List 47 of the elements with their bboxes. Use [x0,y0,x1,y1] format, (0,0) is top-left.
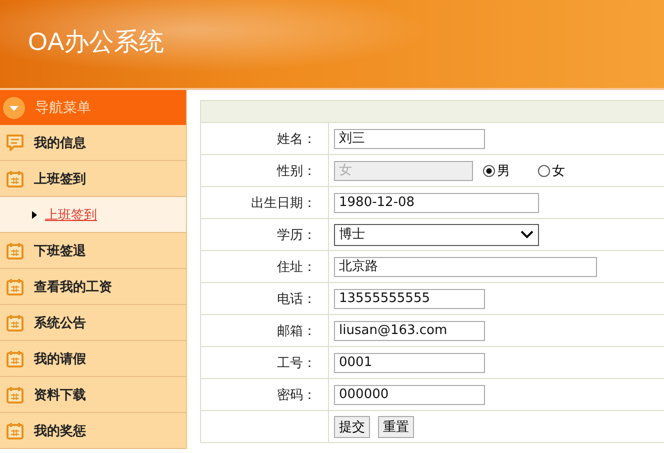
nav-title: 导航菜单 [35,98,91,116]
input-field[interactable]: 刘三 [334,128,485,148]
input-field[interactable]: 13555555555 [334,288,485,308]
nav-item[interactable]: 我的奖惩 [0,413,186,449]
field-label: 姓名： [277,132,316,146]
select-field[interactable]: 博士 [334,224,539,246]
readonly-field[interactable]: 女 [334,160,473,180]
nav-item[interactable]: 资料下载 [0,377,186,413]
field-label: 性别： [277,164,316,178]
submenu-item[interactable]: 上班签到 [0,197,186,233]
input-field[interactable]: 0001 [334,352,485,372]
radio-option[interactable]: 男 [483,162,510,180]
field-label: 住址： [277,260,316,274]
field-label: 工号： [277,356,316,370]
calendar-icon [6,242,24,260]
reset-button[interactable]: 重置 [378,416,414,438]
nav-item[interactable]: 我的请假 [0,341,186,377]
radio-label: 男 [497,162,510,180]
nav-item[interactable]: 下班签退 [0,233,186,269]
input-field[interactable]: 北京路 [334,256,597,276]
triangle-icon [32,210,37,218]
submit-button[interactable]: 提交 [334,416,370,438]
caret-circle-icon [3,96,25,118]
chevron-down-icon [520,230,534,239]
input-field[interactable]: 000000 [334,384,485,404]
field-label: 密码： [277,388,316,402]
nav-item[interactable]: 我的信息 [0,125,186,161]
calendar-icon [6,314,24,332]
field-label: 电话： [277,292,316,306]
nav-item[interactable]: 查看我的工资 [0,269,186,305]
field-label: 学历： [277,228,316,242]
radio-circle[interactable] [538,164,550,176]
nav-item[interactable]: 系统公告 [0,305,186,341]
app-title: OA办公系统 [28,26,164,58]
calendar-icon [6,278,24,296]
calendar-icon [6,170,24,188]
radio-label: 女 [552,162,565,180]
chat-icon [6,134,24,152]
calendar-icon [6,350,24,368]
radio-option[interactable]: 女 [538,162,565,180]
calendar-icon [6,386,24,404]
radio-circle[interactable] [483,164,495,176]
calendar-icon [6,422,24,440]
field-label: 出生日期： [251,196,316,210]
input-field[interactable]: liusan@163.com [334,320,485,340]
field-label: 邮箱： [277,324,316,338]
input-field[interactable]: 1980-12-08 [334,192,539,212]
